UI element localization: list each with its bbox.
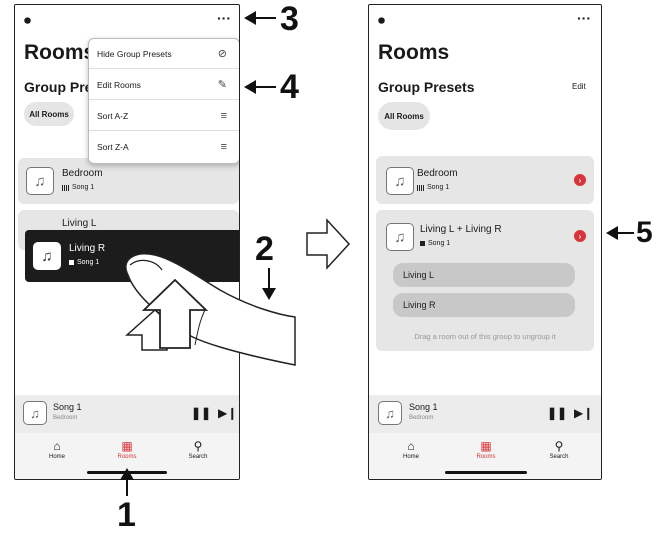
menu-item-sort-a-z[interactable]: Sort A-Z ≡ — [89, 101, 239, 131]
music-note-icon: ♫ — [386, 223, 414, 251]
arrowhead-down-icon — [262, 288, 276, 300]
rooms-icon: ▦ — [121, 439, 133, 453]
group-member-living-r[interactable]: Living R — [393, 293, 575, 317]
now-playing-bar[interactable]: ♫ Song 1 Bedroom ❚❚ ▶❙ — [369, 395, 601, 433]
all-rooms-chip[interactable]: All Rooms — [24, 102, 74, 126]
playing-bars-icon — [62, 184, 69, 191]
search-icon: ⚲ — [193, 439, 203, 453]
skip-next-icon[interactable]: ▶❙ — [218, 406, 237, 420]
tab-bar: ⌂ Home ▦ Rooms ⚲ Search — [369, 433, 601, 479]
all-rooms-chip[interactable]: All Rooms — [378, 102, 430, 130]
now-playing-room: Bedroom — [409, 415, 434, 421]
callout-4: 4 — [280, 68, 299, 106]
room-card-group[interactable]: ♫ Living L + Living R Song 1 › Living L … — [376, 210, 594, 351]
home-indicator — [445, 471, 527, 474]
home-icon: ⌂ — [407, 439, 415, 453]
tab-home[interactable]: ⌂ Home — [37, 439, 77, 460]
music-note-icon: ♫ — [23, 401, 47, 425]
room-name: Living L + Living R — [420, 224, 502, 235]
page-title: Rooms — [378, 41, 450, 64]
callout-5-line — [612, 232, 634, 234]
tab-home[interactable]: ⌂ Home — [391, 439, 431, 460]
music-note-icon: ♫ — [26, 167, 54, 195]
more-options-icon[interactable]: ··· — [577, 11, 591, 25]
arrowhead-icon — [244, 11, 256, 25]
hide-icon: ⊘ — [217, 48, 227, 60]
tab-search[interactable]: ⚲ Search — [539, 439, 579, 460]
callout-5: 5 — [636, 216, 653, 249]
skip-next-icon[interactable]: ▶❙ — [574, 406, 593, 420]
right-phone-screen: ⏺ ··· Rooms Group Presets Edit All Rooms… — [368, 4, 602, 480]
transition-arrow-icon — [306, 218, 351, 270]
group-presets-heading: Group Presets — [378, 79, 475, 95]
room-name: Living L — [62, 218, 97, 229]
chevron-right-icon[interactable]: › — [574, 230, 586, 242]
now-playing-bar[interactable]: ♫ Song 1 Bedroom ❚❚ ▶❙ — [15, 395, 239, 433]
menu-item-hide-group-presets[interactable]: Hide Group Presets ⊘ — [89, 39, 239, 69]
tab-rooms[interactable]: ▦ Rooms — [466, 439, 506, 460]
callout-1: 1 — [117, 496, 136, 534]
music-note-icon: ♫ — [386, 167, 414, 195]
chevron-right-icon[interactable]: › — [574, 174, 586, 186]
rooms-icon: ▦ — [480, 439, 492, 453]
now-playing-song: Song 1 — [409, 402, 438, 412]
swipe-up-arrow-icon — [141, 278, 209, 349]
sort-ascending-icon: ≡ — [220, 109, 227, 122]
room-card-bedroom[interactable]: ♫ Bedroom Song 1 — [18, 158, 239, 204]
sonos-logo-icon: ⏺ — [378, 12, 385, 28]
sort-descending-icon: ≡ — [220, 141, 227, 153]
playing-bars-icon — [417, 184, 424, 191]
callout-3: 3 — [280, 0, 299, 38]
page-title: Rooms — [24, 41, 96, 64]
ungroup-hint: Drag a room out of this group to ungroup… — [414, 332, 556, 341]
music-note-icon: ♫ — [378, 401, 402, 425]
callout-2: 2 — [255, 230, 274, 268]
edit-link[interactable]: Edit — [572, 82, 586, 91]
pause-icon[interactable]: ❚❚ — [547, 406, 567, 420]
more-options-icon[interactable]: ··· — [217, 11, 231, 25]
room-card-bedroom[interactable]: ♫ Bedroom Song 1 › — [376, 156, 594, 204]
tab-search[interactable]: ⚲ Search — [178, 439, 218, 460]
room-name: Bedroom — [417, 168, 458, 179]
room-song: Song 1 — [417, 184, 449, 191]
home-icon: ⌂ — [53, 439, 61, 453]
arrowhead-icon — [244, 80, 256, 94]
menu-item-sort-z-a[interactable]: Sort Z-A ≡ — [89, 132, 239, 162]
callout-1-line — [126, 478, 128, 496]
search-icon: ⚲ — [554, 439, 564, 453]
now-playing-room: Bedroom — [53, 415, 78, 421]
menu-item-edit-rooms[interactable]: Edit Rooms ✎ — [89, 70, 239, 100]
room-song: Song 1 — [62, 184, 94, 191]
tab-rooms[interactable]: ▦ Rooms — [107, 439, 147, 460]
now-playing-song: Song 1 — [53, 402, 82, 412]
options-menu: Hide Group Presets ⊘ Edit Rooms ✎ Sort A… — [88, 38, 239, 164]
group-member-living-l[interactable]: Living L — [393, 263, 575, 287]
sonos-logo-icon: ⏺ — [24, 12, 31, 28]
room-song: Song 1 — [69, 259, 99, 266]
room-song: Song 1 — [420, 240, 450, 247]
music-note-icon: ♫ — [33, 242, 61, 270]
pause-icon[interactable]: ❚❚ — [191, 406, 211, 420]
room-name: Bedroom — [62, 168, 103, 179]
pencil-icon: ✎ — [217, 79, 227, 91]
